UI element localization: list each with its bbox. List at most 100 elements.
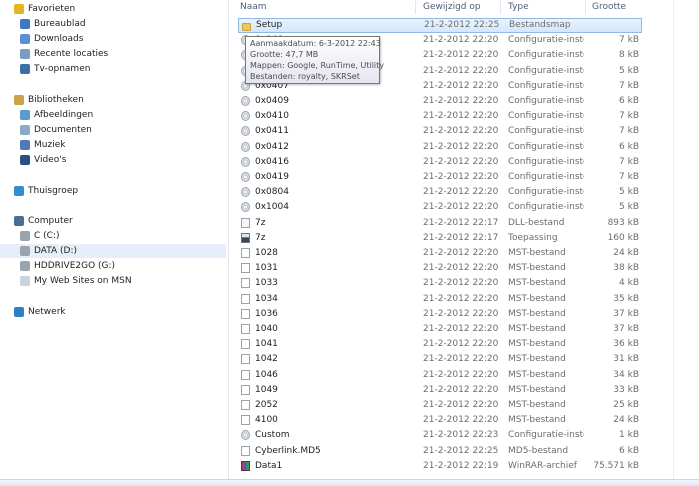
- file-row[interactable]: 1034 21-2-2012 22:20 MST-bestand 35 kB: [238, 292, 642, 307]
- file-size: 25 kB: [613, 400, 639, 410]
- file-row[interactable]: 7z 21-2-2012 22:17 Toepassing 160 kB: [238, 231, 642, 246]
- nav-item-bureaublad[interactable]: Bureaublad: [0, 17, 226, 31]
- file-row[interactable]: 1031 21-2-2012 22:20 MST-bestand 38 kB: [238, 261, 642, 276]
- file-row[interactable]: 0x1004 21-2-2012 22:20 Configuratie-instel…: [238, 200, 642, 215]
- tooltip-files: Bestanden: royalty, SKRSet: [250, 72, 360, 81]
- file-type: Configuratie-instel...: [508, 126, 584, 137]
- file-row[interactable]: 0x0409 21-2-2012 22:20 Configuratie-instel…: [238, 94, 642, 109]
- file-type: MST-bestand: [508, 324, 566, 334]
- nav-item-label: Downloads: [34, 34, 84, 44]
- file-row[interactable]: 1041 21-2-2012 22:20 MST-bestand 36 kB: [238, 337, 642, 352]
- file-date: 21-2-2012 22:20: [423, 156, 499, 167]
- mst-file-icon: [241, 354, 250, 365]
- nav-item-documenten[interactable]: Documenten: [0, 123, 226, 137]
- file-type: Configuratie-instel...: [508, 172, 584, 182]
- tooltip-size: Grootte: 47,7 MB: [250, 50, 319, 59]
- file-date: 21-2-2012 22:20: [423, 50, 499, 61]
- nav-item-bibliotheken[interactable]: Bibliotheken: [0, 93, 226, 107]
- nav-item-my-web-sites-on-msn[interactable]: My Web Sites on MSN: [0, 274, 226, 288]
- file-row[interactable]: Cyberlink.MD5 21-2-2012 22:25 MD5-bestand 6…: [238, 444, 642, 459]
- column-header-size[interactable]: Grootte: [592, 0, 626, 14]
- file-row[interactable]: 2052 21-2-2012 22:20 MST-bestand 25 kB: [238, 398, 642, 413]
- file-type: MST-bestand: [508, 293, 566, 304]
- nav-item-label: DATA (D:): [34, 246, 78, 256]
- file-size: 4 kB: [619, 278, 639, 289]
- file-row[interactable]: 0x0411 21-2-2012 22:20 Configuratie-instel…: [238, 124, 642, 139]
- nav-item-computer[interactable]: Computer: [0, 214, 226, 228]
- nav-item-hddrive2go-g[interactable]: HDDRIVE2GO (G:): [0, 259, 226, 273]
- nav-item-label: HDDRIVE2GO (G:): [34, 261, 116, 271]
- file-type: Configuratie-instel...: [508, 65, 584, 76]
- config-file-icon: [241, 202, 250, 213]
- file-row[interactable]: 1040 21-2-2012 22:20 MST-bestand 37 kB: [238, 322, 642, 337]
- file-name: 1031: [255, 263, 278, 274]
- nav-item-label: Tv-opnamen: [34, 64, 91, 74]
- file-size: 7 kB: [619, 111, 639, 122]
- nav-item-label: Afbeeldingen: [34, 110, 94, 120]
- column-header-name[interactable]: Naam: [240, 0, 267, 14]
- mst-file-icon: [241, 369, 250, 380]
- config-file-icon: [241, 96, 250, 106]
- nav-item-tv-opnamen[interactable]: Tv-opnamen: [0, 62, 226, 76]
- config-file-icon: [241, 430, 250, 441]
- file-date: 21-2-2012 22:20: [423, 354, 499, 365]
- folder-row[interactable]: Setup 21-2-2012 22:25 Bestandsmap: [238, 18, 642, 33]
- file-date: 21-2-2012 22:23: [423, 430, 499, 441]
- file-row[interactable]: 7z 21-2-2012 22:17 DLL-bestand 893 kB: [238, 216, 642, 231]
- column-header-type[interactable]: Type: [508, 0, 529, 14]
- file-size: 38 kB: [613, 263, 639, 274]
- file-type: Configuratie-instel...: [508, 187, 584, 198]
- nav-item-thuisgroep[interactable]: Thuisgroep: [0, 184, 226, 198]
- file-name: 0x0409: [255, 96, 289, 106]
- column-divider[interactable]: [585, 0, 586, 14]
- folder-info-tooltip: Aanmaakdatum: 6-3-2012 22:43 Grootte: 47…: [245, 36, 384, 84]
- file-row[interactable]: 0x0412 21-2-2012 22:20 Configuratie-instel…: [238, 140, 642, 155]
- nav-item-favorieten[interactable]: Favorieten: [0, 2, 226, 16]
- nav-item-downloads[interactable]: Downloads: [0, 32, 226, 46]
- file-date: 21-2-2012 22:20: [423, 126, 499, 137]
- homegroup-icon: [14, 186, 24, 196]
- file-row[interactable]: Custom 21-2-2012 22:23 Configuratie-instel…: [238, 428, 642, 443]
- file-size: 5 kB: [619, 187, 639, 198]
- file-name: 2052: [255, 400, 278, 410]
- nav-item-data-d[interactable]: DATA (D:): [0, 244, 226, 258]
- column-divider[interactable]: [500, 0, 501, 14]
- file-row[interactable]: 1049 21-2-2012 22:20 MST-bestand 33 kB: [238, 383, 642, 398]
- mst-file-icon: [241, 415, 250, 426]
- file-row[interactable]: 1033 21-2-2012 22:20 MST-bestand 4 kB: [238, 276, 642, 291]
- file-size: 75.571 kB: [593, 460, 639, 471]
- file-size: 6 kB: [619, 96, 639, 106]
- file-row[interactable]: Data1 21-2-2012 22:19 WinRAR-archief 75.571…: [238, 459, 642, 474]
- file-type: MST-bestand: [508, 400, 566, 410]
- file-type: Configuratie-instel...: [508, 156, 584, 167]
- nav-item-afbeeldingen[interactable]: Afbeeldingen: [0, 108, 226, 122]
- tooltip-created: Aanmaakdatum: 6-3-2012 22:43: [250, 39, 381, 48]
- file-size: 1 kB: [619, 430, 639, 441]
- file-row[interactable]: 0x0416 21-2-2012 22:20 Configuratie-instel…: [238, 155, 642, 170]
- file-name: 0x1004: [255, 202, 289, 213]
- file-row[interactable]: 0x0804 21-2-2012 22:20 Configuratie-instel…: [238, 185, 642, 200]
- file-size: 7 kB: [619, 172, 639, 182]
- nav-item-video-s[interactable]: Video's: [0, 153, 226, 167]
- file-name: Custom: [255, 430, 290, 441]
- nav-item-c-c[interactable]: C (C:): [0, 229, 226, 243]
- file-row[interactable]: 1036 21-2-2012 22:20 MST-bestand 37 kB: [238, 307, 642, 322]
- nav-item-muziek[interactable]: Muziek: [0, 138, 226, 152]
- file-type: WinRAR-archief: [508, 460, 577, 471]
- nav-item-recente-locaties[interactable]: Recente locaties: [0, 47, 226, 61]
- file-type: Bestandsmap: [509, 20, 571, 30]
- file-row[interactable]: 1046 21-2-2012 22:20 MST-bestand 34 kB: [238, 368, 642, 383]
- file-date: 21-2-2012 22:20: [423, 384, 499, 395]
- config-file-icon: [241, 111, 250, 122]
- file-date: 21-2-2012 22:20: [423, 415, 499, 426]
- column-header-date[interactable]: Gewijzigd op: [423, 0, 481, 14]
- column-divider[interactable]: [415, 0, 416, 14]
- file-row[interactable]: 1042 21-2-2012 22:20 MST-bestand 31 kB: [238, 352, 642, 367]
- file-date: 21-2-2012 22:25: [424, 20, 500, 30]
- file-row[interactable]: 4100 21-2-2012 22:20 MST-bestand 24 kB: [238, 413, 642, 428]
- file-row[interactable]: 1028 21-2-2012 22:20 MST-bestand 24 kB: [238, 246, 642, 261]
- file-row[interactable]: 0x0410 21-2-2012 22:20 Configuratie-instel…: [238, 109, 642, 124]
- nav-item-netwerk[interactable]: Netwerk: [0, 305, 226, 319]
- drive-icon: [20, 246, 30, 256]
- file-row[interactable]: 0x0419 21-2-2012 22:20 Configuratie-instel…: [238, 170, 642, 185]
